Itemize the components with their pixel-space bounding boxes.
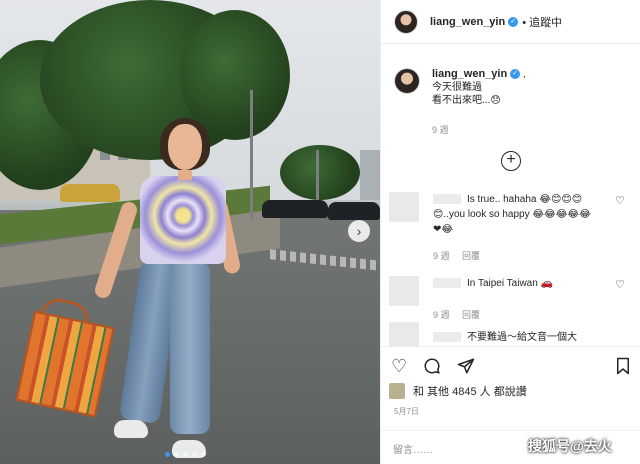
comment-meta: 9 週 回覆 <box>433 308 490 321</box>
comment-time: 9 週 <box>433 251 450 261</box>
comment-meta: 9 週 回覆 <box>433 249 490 262</box>
caption-username[interactable]: liang_wen_yin <box>432 68 507 80</box>
caption-line: 今天很難過 <box>432 82 482 93</box>
comment-reply-button[interactable]: 回覆 <box>462 310 480 320</box>
paper-plane-icon[interactable] <box>457 357 475 378</box>
post-photo[interactable]: › <box>0 0 380 464</box>
comment-reply-button[interactable]: 回覆 <box>462 251 480 261</box>
verified-badge-icon: ✓ <box>510 69 521 80</box>
photo-building-far <box>360 150 380 200</box>
header-username[interactable]: liang_wen_yin <box>430 16 505 28</box>
comment-avatar[interactable] <box>389 192 419 222</box>
comment-text: 😊..you look so happy 😂😂😂😂😂 <box>433 209 591 220</box>
photo-car <box>262 200 328 218</box>
comment-username-blurred[interactable] <box>433 278 461 289</box>
comment-icon[interactable] <box>423 357 441 378</box>
comment-text: In Taipei Taiwan 🚗 <box>467 278 554 289</box>
post-caption: liang_wen_yin ✓ , 今天很難過 看不出來吧...😞 <box>394 68 526 107</box>
comment-time: 9 週 <box>433 310 450 320</box>
comment-avatar[interactable] <box>389 322 419 346</box>
comment-username-blurred[interactable] <box>433 194 461 205</box>
comment-text: ❤😂 <box>433 224 454 235</box>
comment-username-blurred[interactable] <box>433 332 461 343</box>
person-face <box>168 124 202 170</box>
bookmark-icon[interactable] <box>615 357 631 378</box>
comment-text: 不要難過～給文音一個大 <box>467 332 577 343</box>
comment-input[interactable]: 留言…… <box>393 441 433 456</box>
caption-timestamp: 9 週 <box>432 125 449 135</box>
comment-item: Is true.. hahaha 😂😊😊😊 😊..you look so hap… <box>389 192 629 262</box>
caption-line: 看不出來吧...😞 <box>432 95 501 106</box>
carousel-dot <box>201 452 206 457</box>
photo-tree <box>280 145 360 200</box>
comment-avatar[interactable] <box>389 276 419 306</box>
follow-status-label: 追蹤中 <box>529 16 563 29</box>
post-header: liang_wen_yin ✓ • 追蹤中 <box>381 0 640 44</box>
follow-status-button[interactable]: • 追蹤中 <box>522 14 562 30</box>
avatar[interactable] <box>394 9 418 34</box>
photo-car <box>60 184 120 202</box>
person-shoe <box>114 420 148 438</box>
carousel-dot <box>183 452 188 457</box>
heart-icon[interactable]: ♡ <box>391 357 407 375</box>
comment-like-heart-icon[interactable]: ♡ <box>615 194 625 207</box>
carousel-dot <box>192 452 197 457</box>
comment-item: 不要難過～給文音一個大 <box>389 322 629 346</box>
post-date: 5月7日 <box>394 407 419 416</box>
caption-avatar[interactable] <box>394 68 420 94</box>
comment-item: In Taipei Taiwan 🚗 ♡ 9 週 回覆 <box>389 276 629 326</box>
carousel-dot <box>174 452 179 457</box>
post-action-bar: ♡ <box>381 346 640 386</box>
comment-text: Is true.. hahaha 😂😊😊😊 <box>467 194 583 205</box>
person-leg <box>170 262 210 434</box>
comment-like-heart-icon[interactable]: ♡ <box>615 278 625 291</box>
verified-badge-icon: ✓ <box>508 16 519 27</box>
person-shirt <box>140 176 226 264</box>
carousel-dots <box>165 452 206 457</box>
post-sidebar: liang_wen_yin ✓ • 追蹤中 liang_wen_yin ✓ , 今… <box>380 0 640 464</box>
liker-avatar[interactable] <box>389 383 405 399</box>
likes-summary[interactable]: 和 其他 4845 人 都說讚 <box>389 383 527 399</box>
next-photo-chevron-icon[interactable]: › <box>348 220 370 242</box>
likes-count-text: 和 其他 4845 人 都說讚 <box>413 386 527 398</box>
carousel-dot <box>165 452 170 457</box>
photo-car <box>328 202 380 220</box>
load-more-comments-plus-icon[interactable]: + <box>501 151 521 171</box>
watermark-text: 搜狐号@去火 <box>528 438 612 454</box>
photo-pole <box>250 90 253 220</box>
